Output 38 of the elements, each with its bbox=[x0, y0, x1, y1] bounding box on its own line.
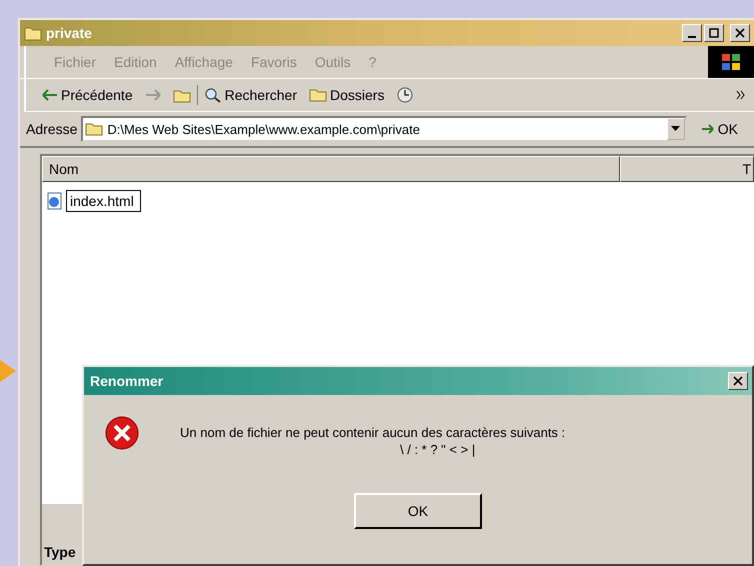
flag-logo-icon bbox=[721, 53, 741, 71]
caret-icon bbox=[671, 126, 680, 132]
address-label: Adresse bbox=[26, 121, 78, 137]
maximize-button[interactable] bbox=[704, 24, 724, 42]
close-icon bbox=[733, 376, 743, 386]
ok-button[interactable]: OK bbox=[354, 492, 482, 528]
go-arrow-icon bbox=[700, 122, 715, 136]
minimize-icon bbox=[688, 36, 696, 38]
right-arrow-icon bbox=[144, 89, 161, 101]
maximize-icon bbox=[709, 28, 719, 38]
close-button[interactable] bbox=[730, 24, 750, 42]
search-button[interactable]: Rechercher bbox=[198, 85, 303, 105]
clock-icon bbox=[396, 86, 414, 104]
dialog-title: Renommer bbox=[90, 373, 164, 389]
folders-button[interactable]: Dossiers bbox=[302, 85, 390, 105]
minimize-button[interactable] bbox=[682, 24, 702, 42]
close-icon bbox=[735, 28, 745, 38]
window-title: private bbox=[46, 25, 93, 41]
rename-field[interactable]: index.html bbox=[66, 190, 141, 212]
html-file-icon bbox=[46, 192, 64, 210]
dialog-message: \ / : * ? " < > | bbox=[399, 442, 476, 457]
search-icon bbox=[204, 87, 222, 103]
dropdown-button[interactable] bbox=[666, 118, 685, 140]
left-arrow-icon bbox=[42, 89, 58, 101]
column-header[interactable]: T bbox=[620, 156, 754, 182]
folder-icon bbox=[85, 121, 104, 137]
close-button[interactable] bbox=[728, 372, 748, 390]
folder-icon bbox=[24, 25, 42, 41]
back-button[interactable]: Précédente bbox=[36, 85, 139, 105]
details-label: Type bbox=[44, 544, 76, 560]
chevron-icon[interactable] bbox=[736, 90, 746, 100]
column-header[interactable]: Nom bbox=[42, 156, 620, 182]
dialog-message: Un nom de fichier ne peut contenir aucun des caractères suivants : bbox=[180, 425, 566, 440]
folders-icon bbox=[308, 87, 327, 103]
address-field[interactable]: D:\Mes Web Sites\Example\www.example.com\private bbox=[81, 116, 687, 142]
go-button[interactable]: OK bbox=[690, 119, 748, 139]
arrow-pointer-icon bbox=[0, 360, 16, 382]
error-icon bbox=[104, 415, 140, 451]
